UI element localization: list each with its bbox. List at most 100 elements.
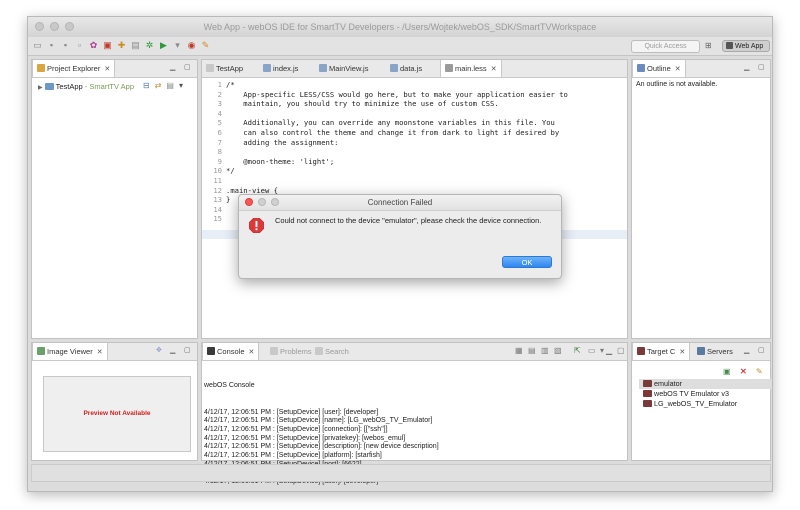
device-icon bbox=[643, 400, 652, 407]
tab-main-less[interactable]: main.less ✕ bbox=[440, 60, 502, 77]
tab-outline[interactable]: Outline ✕ bbox=[632, 60, 686, 77]
external-tools-icon[interactable]: ◉ bbox=[186, 40, 197, 51]
minimize-icon[interactable]: ▁ bbox=[170, 63, 175, 71]
code-line: Additionally, you can override any moons… bbox=[226, 118, 555, 128]
tab-target-label: Target C bbox=[647, 347, 676, 356]
view-menu-icon[interactable]: ▤ bbox=[166, 81, 174, 90]
tab-search[interactable]: Search bbox=[311, 343, 353, 360]
tab-index-js-label: index.js bbox=[273, 64, 299, 73]
perspective-web-app-button[interactable]: Web App bbox=[722, 40, 770, 52]
ok-button[interactable]: OK bbox=[502, 256, 552, 268]
tab-mainview-js[interactable]: MainView.js bbox=[315, 60, 372, 77]
package-icon[interactable]: ✚ bbox=[116, 40, 127, 51]
minimize-icon[interactable]: ▁ bbox=[744, 346, 749, 354]
target-item-webos-tv-emulator-v3[interactable]: webOS TV Emulator v3 bbox=[642, 389, 772, 399]
tab-target-configuration[interactable]: Target C ✕ bbox=[632, 343, 691, 360]
title-bar: Web App - webOS IDE for SmartTV Develope… bbox=[28, 17, 772, 38]
quick-access-input[interactable]: Quick Access bbox=[631, 40, 700, 53]
code-line: adding the assignment: bbox=[226, 137, 339, 147]
code-line: can also control the theme and change it… bbox=[226, 128, 560, 137]
maximize-icon[interactable]: ▢ bbox=[758, 63, 765, 71]
chevron-down-icon[interactable]: ▾ bbox=[600, 346, 604, 355]
tab-index-js[interactable]: index.js bbox=[259, 60, 302, 77]
line-number: 7 bbox=[217, 137, 222, 147]
line-number: 3 bbox=[217, 99, 222, 109]
maximize-icon[interactable]: ▢ bbox=[617, 346, 625, 355]
fit-icon[interactable]: ✥ bbox=[156, 346, 162, 354]
image-viewer-tabs: Image Viewer ✕ ✥ ▁ ▢ bbox=[32, 343, 197, 361]
edit-target-icon[interactable]: ✎ bbox=[756, 367, 763, 376]
close-icon[interactable]: ✕ bbox=[97, 349, 103, 356]
status-bar bbox=[31, 464, 771, 482]
servers-icon bbox=[697, 347, 705, 355]
open-console-icon[interactable]: ▭ bbox=[588, 346, 596, 355]
add-target-icon[interactable]: ▣ bbox=[723, 367, 731, 376]
code-line: @moon-theme: 'light'; bbox=[226, 156, 335, 166]
target-panel: Target C ✕ Servers ▁ ▢ ▣ ✕ ✎ emulator web… bbox=[631, 342, 772, 461]
target-item-label: LG_webOS_TV_Emulator bbox=[654, 399, 738, 408]
console-tabs: Console ✕ Problems Search ▦ ▤ ▥ ▧ ⇱ ▭ ▾ ▁… bbox=[202, 343, 627, 361]
image-viewer-panel: Image Viewer ✕ ✥ ▁ ▢ Preview Not Availabl… bbox=[31, 342, 198, 461]
delete-target-icon[interactable]: ✕ bbox=[740, 367, 747, 376]
dialog-message: Could not connect to the device "emulato… bbox=[275, 216, 542, 225]
line-number: 9 bbox=[217, 156, 222, 166]
device-icon[interactable]: ▣ bbox=[102, 40, 113, 51]
error-icon bbox=[249, 218, 264, 233]
link-editor-icon[interactable]: ⇄ bbox=[155, 81, 162, 90]
save-all-icon[interactable]: ▪ bbox=[60, 40, 71, 51]
display-console-icon[interactable]: ⇱ bbox=[574, 346, 581, 355]
search-tool-icon[interactable]: ✎ bbox=[200, 40, 211, 51]
close-icon[interactable]: ✕ bbox=[675, 66, 681, 73]
close-icon[interactable]: ✕ bbox=[104, 66, 110, 73]
close-icon[interactable]: ✕ bbox=[249, 349, 255, 356]
connection-failed-dialog: Connection Failed Could not connect to t… bbox=[238, 194, 562, 279]
explorer-toolbar: ⊟ ⇄ ▤ ▾ bbox=[143, 81, 183, 90]
dialog-close-button[interactable] bbox=[245, 198, 253, 206]
maximize-icon[interactable]: ▢ bbox=[758, 346, 765, 354]
maximize-icon[interactable]: ▢ bbox=[184, 63, 191, 71]
tab-problems[interactable]: Problems bbox=[266, 343, 316, 360]
maximize-icon[interactable]: ▢ bbox=[184, 346, 191, 354]
close-icon[interactable]: ✕ bbox=[491, 66, 497, 73]
install-icon[interactable]: ▤ bbox=[130, 40, 141, 51]
code-line: /* bbox=[226, 80, 235, 89]
chevron-down-icon[interactable]: ▾ bbox=[179, 81, 183, 90]
new-icon[interactable]: ▭ bbox=[32, 40, 43, 51]
run-dropdown-icon[interactable]: ▾ bbox=[172, 40, 183, 51]
code-line: */ bbox=[226, 166, 235, 176]
minimize-icon[interactable]: ▁ bbox=[744, 63, 749, 71]
tab-testapp-label: TestApp bbox=[216, 64, 244, 73]
word-wrap-icon[interactable]: ▥ bbox=[541, 346, 549, 355]
print-icon[interactable]: ▫ bbox=[74, 40, 85, 51]
project-tree: ▶ TestApp - SmartTV App bbox=[38, 82, 134, 91]
pin-console-icon[interactable]: ▧ bbox=[554, 346, 562, 355]
minimize-icon[interactable]: ▁ bbox=[170, 346, 175, 354]
close-icon[interactable]: ✕ bbox=[679, 349, 685, 356]
tab-servers[interactable]: Servers bbox=[693, 343, 737, 360]
console-line: 4/12/17, 12:06:51 PM : [SetupDevice] [pl… bbox=[204, 452, 382, 460]
tab-project-explorer[interactable]: Project Explorer ✕ bbox=[32, 60, 116, 77]
target-item-lg-webos-tv-emulator[interactable]: LG_webOS_TV_Emulator bbox=[642, 399, 772, 409]
line-number: 5 bbox=[217, 118, 222, 128]
tab-image-viewer[interactable]: Image Viewer ✕ bbox=[32, 343, 108, 360]
scroll-lock-icon[interactable]: ▤ bbox=[528, 346, 536, 355]
project-folder-icon bbox=[44, 83, 54, 90]
device-icon bbox=[643, 380, 652, 387]
console-line: 4/12/17, 12:06:51 PM : [SetupDevice] [de… bbox=[204, 443, 439, 451]
line-number: 8 bbox=[217, 147, 222, 157]
target-item-label: webOS TV Emulator v3 bbox=[654, 389, 729, 398]
run-config-icon[interactable]: ✲ bbox=[144, 40, 155, 51]
run-icon[interactable]: ▶ bbox=[158, 40, 169, 51]
minimize-icon[interactable]: ▁ bbox=[606, 346, 612, 355]
save-icon[interactable]: ▪ bbox=[46, 40, 57, 51]
open-perspective-icon[interactable]: ⊞ bbox=[705, 41, 716, 51]
tab-console[interactable]: Console ✕ bbox=[202, 343, 260, 360]
tab-testapp[interactable]: TestApp bbox=[202, 60, 247, 77]
clear-console-icon[interactable]: ▦ bbox=[515, 346, 523, 355]
target-item-emulator[interactable]: emulator bbox=[639, 379, 772, 389]
tab-data-js[interactable]: data.js bbox=[386, 60, 426, 77]
collapse-all-icon[interactable]: ⊟ bbox=[143, 81, 150, 90]
expand-arrow-icon[interactable]: ▶ bbox=[38, 85, 43, 91]
tree-item-testapp[interactable]: ▶ TestApp - SmartTV App bbox=[38, 82, 134, 91]
debug-icon[interactable]: ✿ bbox=[88, 40, 99, 51]
